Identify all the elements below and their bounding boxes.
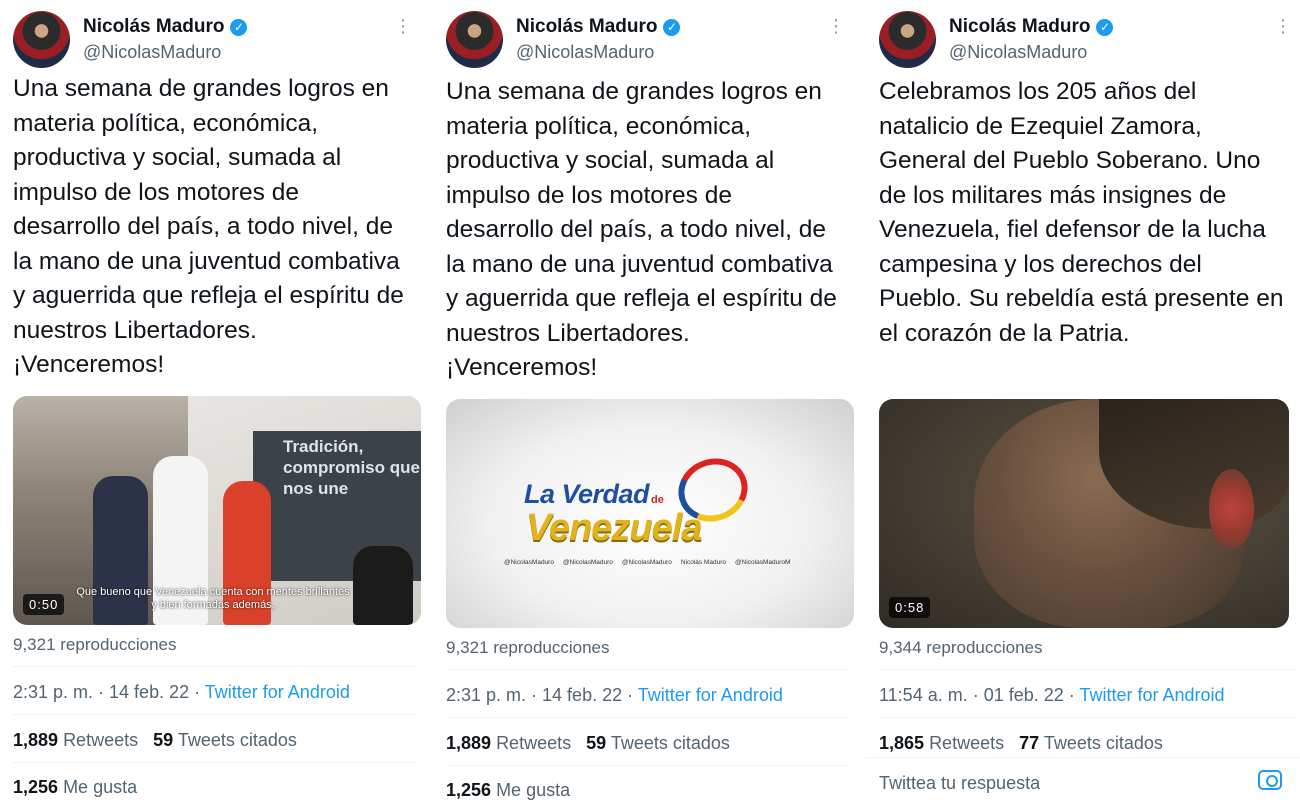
tweet-video[interactable]: Tradición, compromiso que nos une Que bu… — [13, 396, 421, 625]
likes-stat[interactable]: 1,256 Me gusta — [446, 780, 570, 801]
tweet-text: Una semana de grandes logros en materia … — [446, 78, 837, 381]
quotes-stat[interactable]: 59 Tweets citados — [153, 730, 297, 750]
quotes-label: Tweets citados — [1043, 733, 1163, 753]
tweet-text: Celebramos los 205 años del natalicio de… — [879, 78, 1284, 347]
verified-badge-icon: ✓ — [1096, 18, 1114, 36]
social-handle: @NicolasMaduro — [562, 559, 613, 566]
avatar[interactable] — [446, 11, 503, 68]
views-count: 9,321 reproducciones — [13, 635, 177, 654]
quotes-label: Tweets citados — [177, 730, 297, 750]
likes-stat[interactable]: 1,256 Me gusta — [13, 777, 137, 798]
portrait-ear — [1209, 469, 1254, 549]
camera-icon[interactable] — [1258, 770, 1282, 790]
tweet-source-link[interactable]: Twitter for Android — [638, 685, 783, 705]
retweets-count: 1,889 — [446, 733, 492, 753]
tweet-source-link[interactable]: Twitter for Android — [1079, 685, 1224, 705]
views-count: 9,321 reproducciones — [446, 638, 610, 657]
tweet-panel-2: Nicolás Maduro ✓ @NicolasMaduro ⋮ Una se… — [433, 0, 854, 804]
avatar[interactable] — [879, 11, 936, 68]
quotes-count: 77 — [1019, 733, 1040, 753]
tweet-timestamp[interactable]: 2:31 p. m. · 14 feb. 22 · — [446, 685, 638, 705]
divider — [879, 669, 1297, 670]
tweet-video[interactable]: 0:58 — [879, 399, 1289, 628]
retweets-stat[interactable]: 1,889 Retweets — [446, 733, 571, 753]
video-sign-text: Tradición, compromiso que nos une — [283, 437, 420, 498]
tweet-meta: 11:54 a. m. · 01 feb. 22 · Twitter for A… — [879, 685, 1225, 706]
sign-language-interpreter — [353, 546, 413, 625]
social-handles: @NicolasMaduro @NicolasMaduro @NicolasMa… — [504, 559, 824, 566]
tweet-timestamp[interactable]: 11:54 a. m. · 01 feb. 22 · — [879, 685, 1079, 705]
verified-badge-icon: ✓ — [663, 18, 681, 36]
logo-text-bottom: Venezuela — [526, 507, 702, 549]
more-icon[interactable]: ⋮ — [1274, 16, 1292, 37]
author-name[interactable]: Nicolás Maduro — [949, 16, 1090, 38]
quotes-label: Tweets citados — [610, 733, 730, 753]
likes-label: Me gusta — [63, 777, 138, 797]
quotes-count: 59 — [586, 733, 607, 753]
verified-badge-icon: ✓ — [230, 18, 248, 36]
engagement-counts: 1,889 Retweets 59 Tweets citados — [446, 733, 730, 754]
video-duration: 0:58 — [889, 597, 931, 618]
video-duration: 0:50 — [23, 594, 65, 615]
author-row: Nicolás Maduro ✓ — [83, 16, 248, 38]
author-handle[interactable]: @NicolasMaduro — [949, 42, 1087, 63]
retweets-label: Retweets — [496, 733, 572, 753]
avatar[interactable] — [13, 11, 70, 68]
social-handle: @NicolasMaduro — [621, 559, 672, 566]
tweet-panel-1: Nicolás Maduro ✓ @NicolasMaduro ⋮ Una se… — [0, 0, 421, 804]
quotes-stat[interactable]: 59 Tweets citados — [586, 733, 730, 753]
tweet-video[interactable]: La Verdad de Venezuela @NicolasMaduro @N… — [446, 399, 854, 628]
likes-count: 1,256 — [446, 780, 492, 800]
likes-label: Me gusta — [496, 780, 571, 800]
quotes-stat[interactable]: 77 Tweets citados — [1019, 733, 1163, 753]
likes-count: 1,256 — [13, 777, 59, 797]
social-handle: @NicolasMaduro — [504, 559, 554, 566]
tweet-timestamp[interactable]: 2:31 p. m. · 14 feb. 22 · — [13, 682, 205, 702]
author-row: Nicolás Maduro ✓ — [949, 16, 1114, 38]
retweets-stat[interactable]: 1,865 Retweets — [879, 733, 1004, 753]
logo-text-top: La Verdad — [524, 479, 650, 509]
divider — [879, 717, 1297, 718]
logo-text-de: de — [651, 494, 664, 506]
author-name[interactable]: Nicolás Maduro — [516, 16, 657, 38]
retweets-label: Retweets — [929, 733, 1005, 753]
social-handle: @NicolasMaduroM — [735, 559, 791, 566]
tweet-panel-3: Nicolás Maduro ✓ @NicolasMaduro ⋮ Celebr… — [866, 0, 1300, 804]
divider — [13, 714, 417, 715]
divider — [446, 765, 850, 766]
reply-input[interactable]: Twittea tu respuesta — [879, 773, 1040, 794]
divider — [446, 669, 850, 670]
divider — [13, 666, 417, 667]
author-handle[interactable]: @NicolasMaduro — [83, 42, 221, 63]
engagement-counts: 1,889 Retweets 59 Tweets citados — [13, 730, 297, 751]
more-icon[interactable]: ⋮ — [827, 16, 845, 37]
more-icon[interactable]: ⋮ — [394, 16, 412, 37]
retweets-count: 1,889 — [13, 730, 59, 750]
tweet-source-link[interactable]: Twitter for Android — [205, 682, 350, 702]
divider — [13, 762, 417, 763]
views-count: 9,344 reproducciones — [879, 638, 1043, 657]
tweet-meta: 2:31 p. m. · 14 feb. 22 · Twitter for An… — [446, 685, 783, 706]
author-row: Nicolás Maduro ✓ — [516, 16, 681, 38]
video-subtitle: Que bueno que Venezuela cuenta con mente… — [76, 586, 350, 611]
divider — [866, 757, 1300, 758]
social-handle: Nicolás Maduro — [680, 559, 727, 566]
author-handle[interactable]: @NicolasMaduro — [516, 42, 654, 63]
engagement-counts: 1,865 Retweets 77 Tweets citados — [879, 733, 1163, 754]
retweets-count: 1,865 — [879, 733, 925, 753]
quotes-count: 59 — [153, 730, 174, 750]
tweet-meta: 2:31 p. m. · 14 feb. 22 · Twitter for An… — [13, 682, 350, 703]
retweets-stat[interactable]: 1,889 Retweets — [13, 730, 138, 750]
retweets-label: Retweets — [63, 730, 139, 750]
author-name[interactable]: Nicolás Maduro — [83, 16, 224, 38]
divider — [446, 717, 850, 718]
tweet-text: Una semana de grandes logros en materia … — [13, 75, 404, 378]
